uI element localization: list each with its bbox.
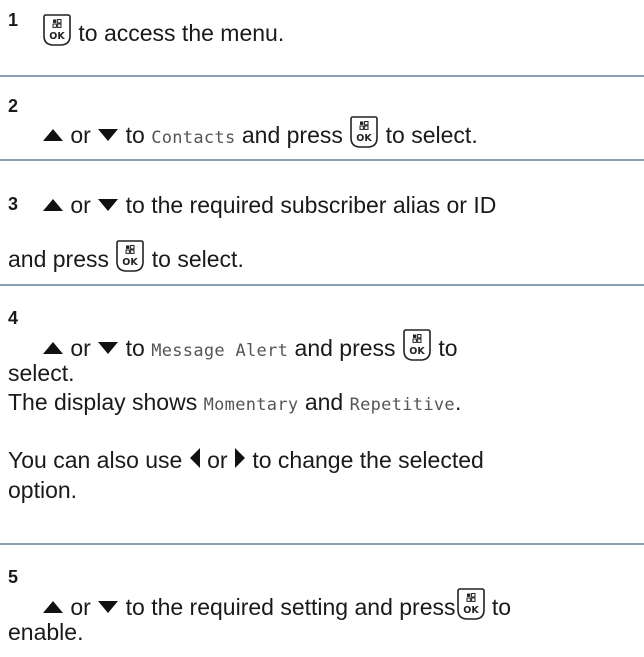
- text-option: option.: [8, 477, 78, 503]
- text-you-can-also-use: You can also use: [8, 447, 183, 473]
- text-or: or: [70, 122, 91, 148]
- step-3: 3 or to the required subscriber alias or…: [0, 161, 644, 273]
- step-3-line-1: or to the required subscriber alias or I…: [42, 191, 496, 219]
- down-arrow-icon: [97, 128, 119, 142]
- down-arrow-icon: [97, 600, 119, 614]
- text-select: select.: [8, 360, 75, 386]
- text-and-press: and press: [241, 122, 343, 148]
- right-arrow-icon: [234, 447, 246, 469]
- down-arrow-icon: [97, 341, 119, 355]
- menu-item-contacts: Contacts: [151, 128, 236, 148]
- text-to: to: [438, 335, 458, 361]
- text-and-press: and press: [8, 246, 110, 272]
- step-4-line-4: You can also use or to change the select…: [8, 446, 484, 474]
- up-arrow-icon: [42, 128, 64, 142]
- text-and: and: [304, 389, 344, 415]
- step-1-line: to access the menu.: [42, 13, 284, 47]
- text-and-press: and press: [294, 335, 396, 361]
- ok-button-icon: [115, 239, 145, 273]
- step-4-line-3: The display shows Momentary and Repetiti…: [8, 388, 461, 419]
- step-3-line-2: and press to select.: [8, 239, 244, 273]
- step-number: 5: [8, 567, 19, 587]
- step-4: 4 or to Message Alert and press to selec…: [0, 286, 644, 542]
- text-to-select: to select.: [385, 122, 478, 148]
- text-or: or: [70, 594, 91, 620]
- step-text: to the required setting and press: [125, 594, 456, 620]
- ok-button-icon: [349, 115, 379, 149]
- left-arrow-icon: [189, 447, 201, 469]
- step-5: 5 or to the required setting and press t…: [0, 545, 644, 657]
- text-or: or: [207, 447, 228, 473]
- step-5-line-2: enable.: [8, 618, 83, 646]
- text-to: to: [125, 335, 145, 361]
- text-enable: enable.: [8, 619, 84, 645]
- step-4-line-1: or to Message Alert and press to: [42, 328, 458, 365]
- ok-button-icon: [42, 13, 72, 47]
- text-period: .: [454, 389, 462, 415]
- step-4-line-2: select.: [8, 359, 74, 387]
- text-to-select: to select.: [151, 246, 244, 272]
- step-5-line-1: or to the required setting and press to: [42, 587, 511, 621]
- up-arrow-icon: [42, 198, 64, 212]
- text-to: to: [491, 594, 512, 620]
- step-text: to change the selected: [252, 447, 484, 473]
- step-number: 3: [8, 194, 19, 214]
- up-arrow-icon: [42, 341, 64, 355]
- step-text: to the required subscriber alias or ID: [125, 192, 497, 218]
- step-number: 1: [8, 10, 19, 30]
- up-arrow-icon: [42, 600, 64, 614]
- step-2: 2 or to Contacts and press to select.: [0, 77, 644, 157]
- step-text: to access the menu.: [78, 20, 285, 46]
- option-momentary: Momentary: [203, 395, 299, 415]
- ok-button-icon: [402, 328, 432, 362]
- menu-item-message-alert: Message Alert: [151, 341, 289, 361]
- text-to: to: [125, 122, 145, 148]
- text-or: or: [70, 335, 91, 361]
- step-number: 2: [8, 96, 19, 116]
- step-4-line-5: option.: [8, 476, 77, 504]
- option-repetitive: Repetitive: [349, 395, 455, 415]
- ok-button-icon: [456, 587, 486, 621]
- text-or: or: [70, 192, 91, 218]
- down-arrow-icon: [97, 198, 119, 212]
- step-2-line: or to Contacts and press to select.: [42, 115, 478, 152]
- step-1: 1 to access the menu.: [0, 0, 644, 70]
- step-number: 4: [8, 308, 19, 328]
- text-display-shows: The display shows: [8, 389, 198, 415]
